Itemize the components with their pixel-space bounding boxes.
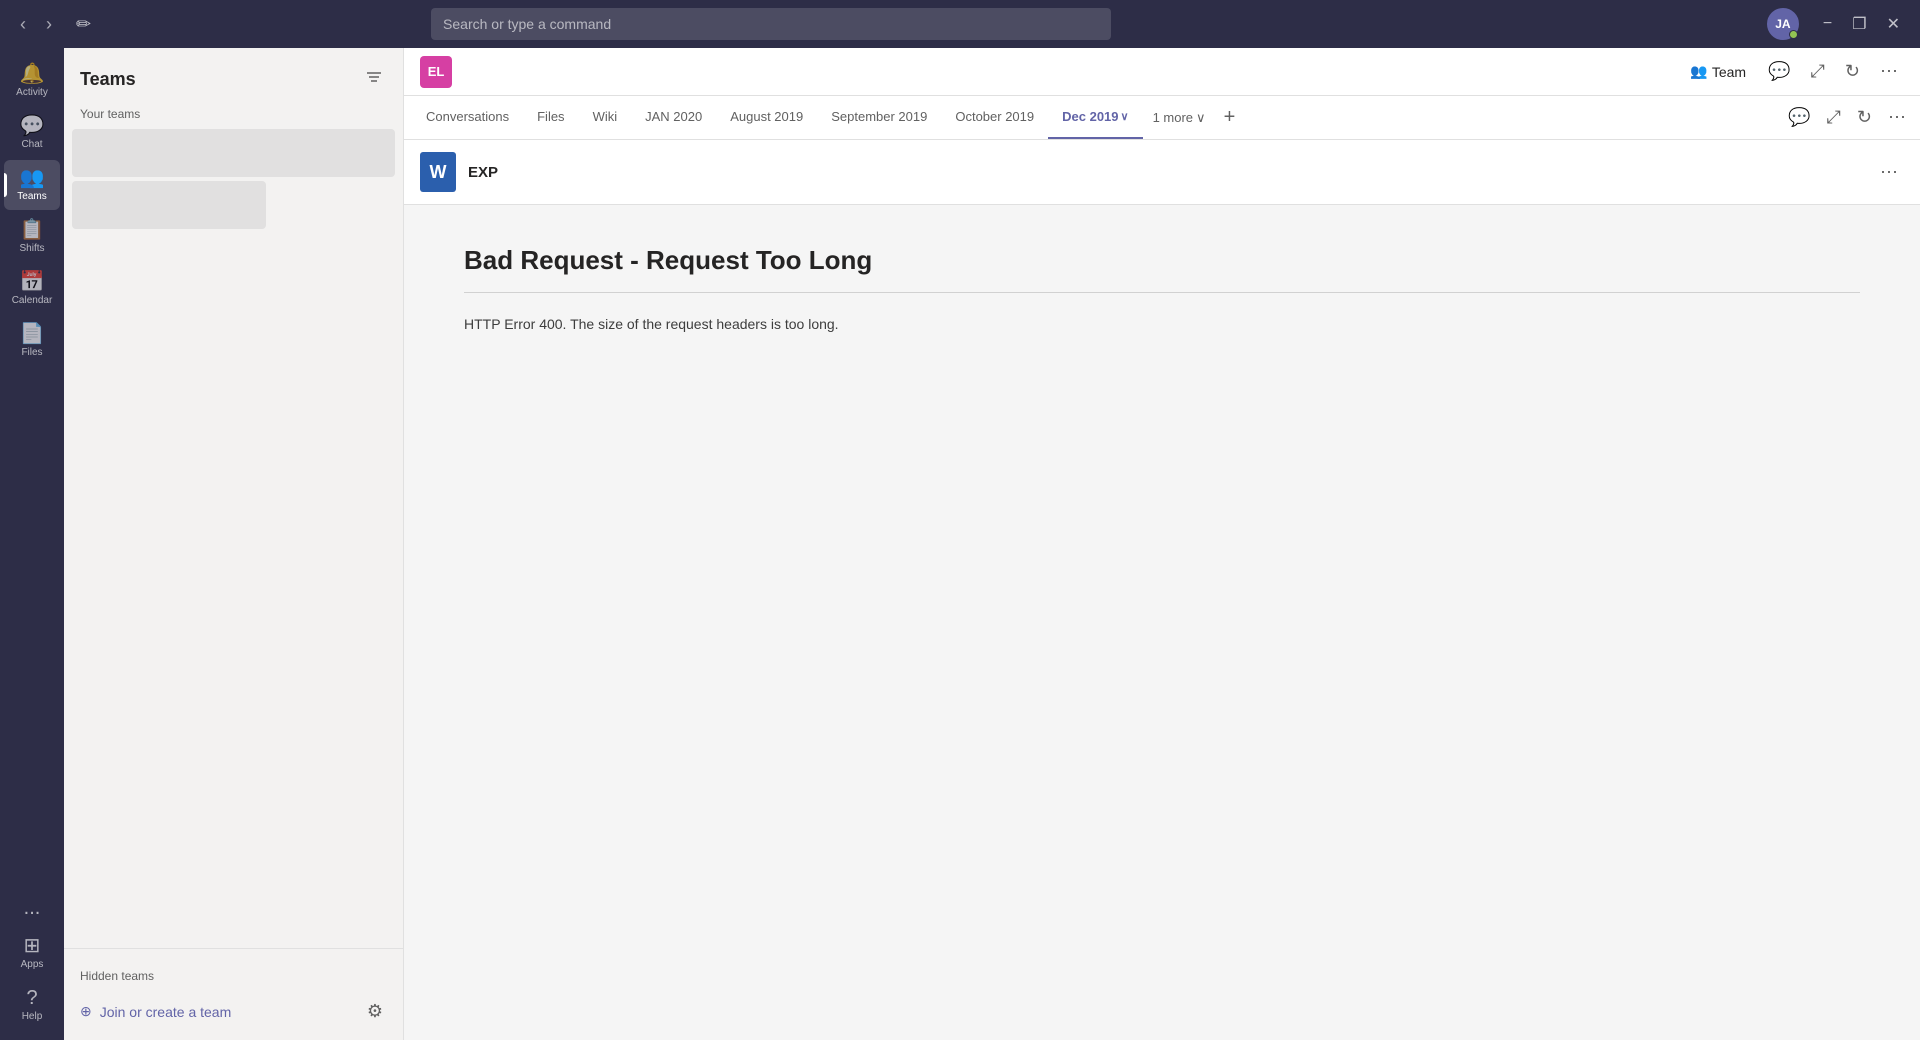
teams-header: Teams (64, 48, 403, 103)
sidebar-item-activity[interactable]: 🔔 Activity (4, 56, 60, 106)
channel-name-input[interactable] (464, 64, 1670, 80)
sidebar-item-label: Apps (21, 959, 44, 970)
forward-button[interactable]: › (38, 10, 60, 39)
channel-avatar: EL (420, 56, 452, 88)
word-icon: W (420, 152, 456, 192)
close-button[interactable]: ✕ (1879, 10, 1908, 38)
tab-wiki[interactable]: Wiki (579, 96, 632, 139)
teams-list (64, 129, 403, 948)
main-container: 🔔 Activity 💬 Chat 👥 Teams 📋 Shifts 📅 Cal… (0, 48, 1920, 1040)
teams-icon: 👥 (20, 168, 45, 188)
tab-jan2020[interactable]: JAN 2020 (631, 96, 716, 139)
team-button[interactable]: 👥 Team (1682, 59, 1754, 84)
sidebar-item-files[interactable]: 📄 Files (4, 316, 60, 366)
join-create-button[interactable]: ⊕ Join or create a team (80, 995, 363, 1028)
chat-icon: 💬 (20, 116, 45, 136)
tab-aug2019[interactable]: August 2019 (716, 96, 817, 139)
teams-bottom-row: ⊕ Join or create a team ⚙ (80, 995, 387, 1028)
chat-icon-button[interactable]: 💬 (1762, 57, 1796, 86)
activity-icon: 🔔 (20, 64, 45, 84)
teams-bottom: Hidden teams ⊕ Join or create a team ⚙ (64, 948, 403, 1040)
error-body: HTTP Error 400. The size of the request … (464, 313, 1860, 335)
expand-icon-button[interactable]: ⤢ (1805, 57, 1831, 86)
search-input[interactable] (443, 16, 1099, 32)
sidebar-item-label: Calendar (12, 295, 53, 306)
tab-dec2019[interactable]: Dec 2019 ∨ (1048, 96, 1142, 139)
sidebar-item-label: Files (21, 347, 42, 358)
content-area: EL 👥 Team 💬 ⤢ ↻ ⋯ Conversations Files (404, 48, 1920, 1040)
tabs-bar: Conversations Files Wiki JAN 2020 August… (404, 96, 1920, 140)
teams-panel: Teams Your teams Hidden teams ⊕ Join or … (64, 48, 404, 1040)
avatar[interactable]: JA (1767, 8, 1799, 40)
team-button-icon: 👥 (1690, 63, 1707, 80)
sidebar-item-apps[interactable]: ⊞ Apps (4, 928, 60, 978)
tab-oct2019[interactable]: October 2019 (941, 96, 1048, 139)
tab-refresh-icon[interactable]: ↻ (1851, 103, 1878, 132)
sidebar-item-label: Shifts (19, 243, 44, 254)
sidebar-item-chat[interactable]: 💬 Chat (4, 108, 60, 158)
your-teams-label: Your teams (64, 103, 403, 129)
tab-add-button[interactable]: + (1216, 96, 1244, 139)
online-indicator (1789, 30, 1798, 39)
nav-buttons: ‹ › (12, 10, 60, 39)
more-chevron-icon: ∨ (1196, 110, 1206, 126)
sidebar-item-label: Teams (17, 191, 46, 202)
tab-sep2019[interactable]: September 2019 (817, 96, 941, 139)
sidebar-item-shifts[interactable]: 📋 Shifts (4, 212, 60, 262)
more-icon-button[interactable]: ⋯ (1874, 57, 1904, 86)
channel-header-actions: 👥 Team 💬 ⤢ ↻ ⋯ (1682, 57, 1904, 86)
tabs-right-actions: 💬 ⤢ ↻ ⋯ (1782, 103, 1912, 132)
refresh-icon-button[interactable]: ↻ (1839, 57, 1866, 86)
title-bar-right: JA − ❐ ✕ (1767, 8, 1908, 40)
error-title: Bad Request - Request Too Long (464, 245, 1860, 293)
maximize-button[interactable]: ❐ (1844, 10, 1874, 38)
team-skeleton (72, 181, 266, 229)
window-controls: − ❐ ✕ (1815, 10, 1908, 38)
doc-area: W EXP ⋯ Bad Request - Request Too Long H… (404, 140, 1920, 1040)
filter-icon (365, 68, 383, 86)
tab-more-icon[interactable]: ⋯ (1882, 103, 1912, 132)
files-icon: 📄 (20, 324, 45, 344)
sidebar-item-teams[interactable]: 👥 Teams (4, 160, 60, 210)
tab-chat-icon[interactable]: 💬 (1782, 103, 1816, 132)
team-skeleton (72, 129, 395, 177)
apps-icon: ⊞ (24, 936, 41, 956)
tab-expand-icon[interactable]: ⤢ (1821, 103, 1847, 132)
tab-files[interactable]: Files (523, 96, 578, 139)
back-button[interactable]: ‹ (12, 10, 34, 39)
channel-header: EL 👥 Team 💬 ⤢ ↻ ⋯ (404, 48, 1920, 96)
shifts-icon: 📋 (20, 220, 45, 240)
doc-header-actions: ⋯ (1874, 158, 1904, 187)
teams-panel-title: Teams (80, 69, 136, 90)
doc-content: Bad Request - Request Too Long HTTP Erro… (404, 205, 1920, 1040)
doc-more-button[interactable]: ⋯ (1874, 158, 1904, 187)
more-icon: ... (24, 898, 41, 918)
doc-name: EXP (468, 164, 498, 181)
sidebar-item-help[interactable]: ? Help (4, 980, 60, 1030)
calendar-icon: 📅 (20, 272, 45, 292)
chevron-down-icon: ∨ (1121, 110, 1129, 123)
hidden-teams-label: Hidden teams (80, 961, 387, 995)
minimize-button[interactable]: − (1815, 10, 1840, 38)
settings-button[interactable]: ⚙ (363, 997, 387, 1026)
sidebar-item-calendar[interactable]: 📅 Calendar (4, 264, 60, 314)
help-icon: ? (26, 988, 37, 1008)
sidebar-item-label: Help (22, 1011, 43, 1022)
title-bar: ‹ › ✏ JA − ❐ ✕ (0, 0, 1920, 48)
join-icon: ⊕ (80, 1003, 92, 1020)
filter-button[interactable] (361, 64, 387, 95)
compose-button[interactable]: ✏ (68, 10, 99, 39)
tab-more[interactable]: 1 more ∨ (1143, 96, 1216, 139)
tab-conversations[interactable]: Conversations (412, 96, 523, 139)
sidebar-item-label: Activity (16, 87, 48, 98)
search-bar[interactable] (431, 8, 1111, 40)
sidebar-rail: 🔔 Activity 💬 Chat 👥 Teams 📋 Shifts 📅 Cal… (0, 48, 64, 1040)
doc-header: W EXP ⋯ (404, 140, 1920, 205)
sidebar-item-more[interactable]: ... (4, 890, 60, 926)
sidebar-item-label: Chat (21, 139, 42, 150)
